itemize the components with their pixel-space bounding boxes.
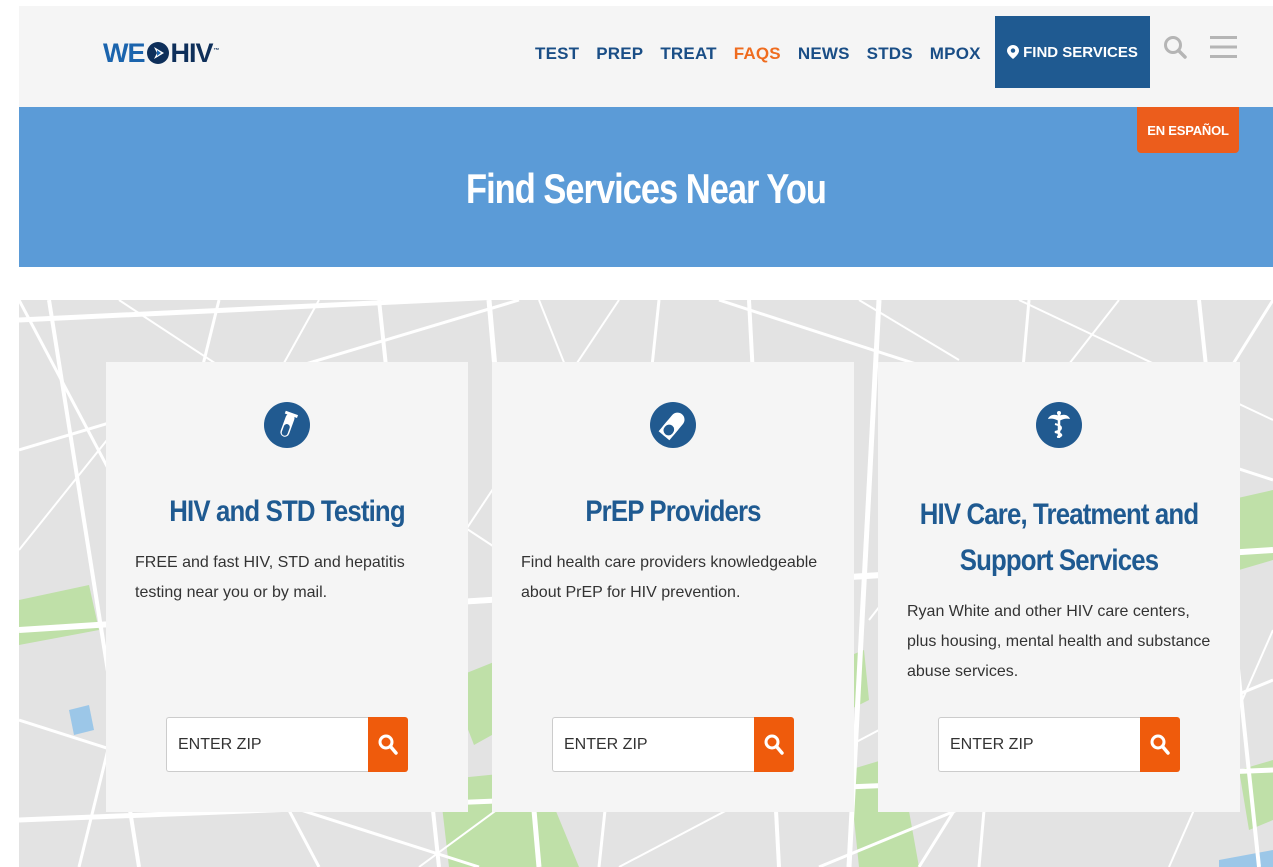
hero-banner: Find Services Near You EN ESPAÑOL: [19, 107, 1273, 267]
site-header: WE HIV ™ TEST PREP TREAT FAQS NEWS STDS …: [19, 6, 1273, 107]
card-title: HIV Care, Treatment and Support Services: [919, 498, 1199, 577]
en-espanol-button[interactable]: EN ESPAÑOL: [1137, 107, 1239, 153]
zip-search: [166, 717, 408, 772]
hamburger-menu-icon[interactable]: [1210, 35, 1237, 59]
pill-icon: [650, 402, 696, 448]
zip-search: [938, 717, 1180, 772]
card-description: FREE and fast HIV, STD and hepatitis tes…: [135, 554, 405, 601]
nav-item-prep[interactable]: PREP: [596, 44, 643, 64]
search-icon: [1150, 734, 1170, 755]
logo-play-icon: [146, 42, 169, 64]
logo-we-text: WE: [103, 38, 145, 68]
caduceus-icon: [1036, 402, 1082, 448]
map-pin-icon: [1007, 45, 1020, 59]
card-description: Ryan White and other HIV care centers, p…: [907, 603, 1211, 680]
zip-search-button[interactable]: [1140, 717, 1180, 772]
wehiv-logo[interactable]: WE HIV ™: [103, 36, 220, 70]
find-services-label: FIND SERVICES: [1023, 43, 1138, 61]
search-icon: [764, 734, 784, 755]
nav-item-test[interactable]: TEST: [535, 44, 579, 64]
test-tube-icon: [264, 402, 310, 448]
card-title: PrEP Providers: [585, 495, 761, 528]
card-title: HIV and STD Testing: [169, 495, 405, 528]
search-icon[interactable]: [1163, 34, 1187, 62]
service-card-care: HIV Care, Treatment and Support Services…: [878, 362, 1240, 812]
logo-trademark: ™: [213, 48, 220, 54]
zip-input[interactable]: [938, 717, 1140, 772]
zip-input[interactable]: [552, 717, 754, 772]
page-title: Find Services Near You: [466, 165, 827, 212]
nav-item-news[interactable]: NEWS: [798, 44, 850, 64]
nav-item-faqs[interactable]: FAQS: [734, 44, 781, 64]
logo-hiv-text: HIV: [170, 38, 214, 68]
find-services-button[interactable]: FIND SERVICES: [995, 16, 1150, 88]
main-nav: TEST PREP TREAT FAQS NEWS STDS MPOX: [535, 44, 998, 64]
zip-input[interactable]: [166, 717, 368, 772]
nav-item-stds[interactable]: STDS: [867, 44, 913, 64]
search-icon: [378, 734, 398, 755]
service-card-testing: HIV and STD Testing FREE and fast HIV, S…: [106, 362, 468, 812]
card-description: Find health care providers knowledgeable…: [521, 554, 818, 601]
zip-search-button[interactable]: [754, 717, 794, 772]
service-card-prep: PrEP Providers Find health care provider…: [492, 362, 854, 812]
nav-item-treat[interactable]: TREAT: [660, 44, 716, 64]
zip-search: [552, 717, 794, 772]
nav-item-mpox[interactable]: MPOX: [930, 44, 981, 64]
zip-search-button[interactable]: [368, 717, 408, 772]
